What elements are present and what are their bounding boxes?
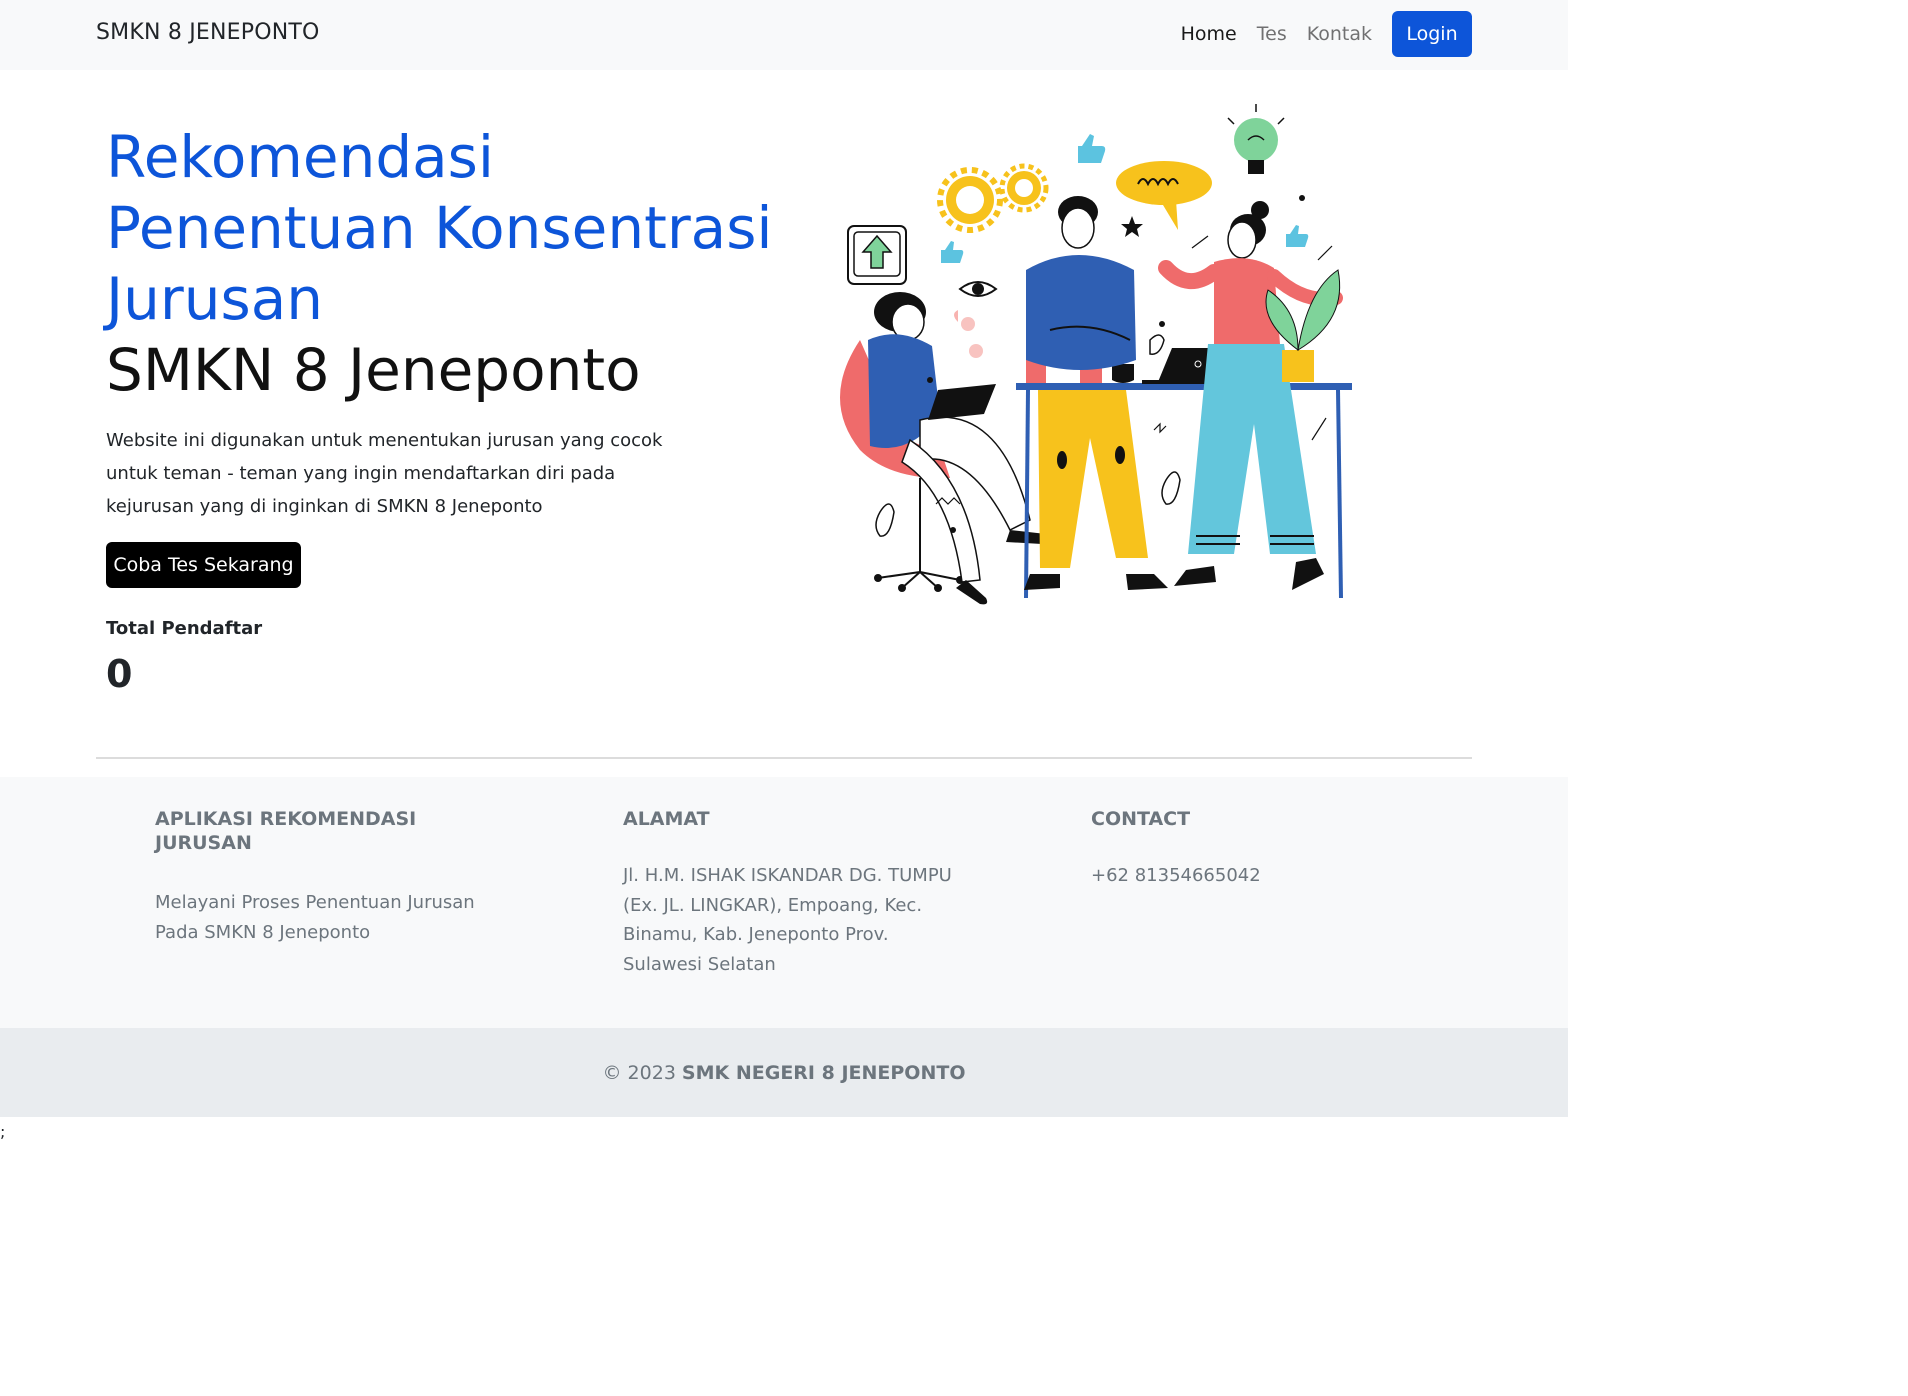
lightbulb-icon <box>1227 104 1285 174</box>
upload-arrow-icon <box>847 225 907 285</box>
gear-icon <box>937 167 1003 233</box>
footer-address: ALAMAT Jl. H.M. ISHAK ISKANDAR DG. TUMPU… <box>623 807 953 979</box>
star-icon <box>1121 216 1143 237</box>
footer-about: APLIKASI REKOMENDASI JURUSAN Melayani Pr… <box>155 807 485 947</box>
footer-contact-phone: +62 81354665042 <box>1091 865 1261 886</box>
thumbs-up-icon <box>1286 225 1309 247</box>
nav-links: Home Tes Kontak Login <box>1161 11 1472 57</box>
hero-title: Rekomendasi Penentuan Konsentrasi Jurusa… <box>106 122 786 406</box>
hero-title-line-2: Penentuan Konsentrasi <box>106 194 773 262</box>
total-registrants-value: 0 <box>106 652 133 696</box>
section-divider <box>96 757 1472 759</box>
hero-description: Website ini digunakan untuk menentukan j… <box>106 430 663 517</box>
eye-icon <box>958 281 998 297</box>
navbar-brand[interactable]: SMKN 8 JENEPONTO <box>96 20 320 45</box>
thumbs-up-icon <box>941 241 964 263</box>
start-test-button[interactable]: Coba Tes Sekarang <box>106 542 301 588</box>
thumbs-up-icon <box>1078 134 1106 163</box>
total-registrants-label: Total Pendaftar <box>106 618 263 639</box>
gear-icon <box>999 163 1049 213</box>
copyright-org: SMK NEGERI 8 JENEPONTO <box>681 1061 966 1084</box>
hero-subtitle: SMKN 8 Jeneponto <box>106 336 641 404</box>
footer-address-title: ALAMAT <box>623 808 710 830</box>
footer-contact: CONTACT +62 81354665042 <box>1091 807 1421 891</box>
nav-link-kontak[interactable]: Kontak <box>1307 23 1372 45</box>
heart-icon <box>969 344 983 358</box>
footer-address-text: Jl. H.M. ISHAK ISKANDAR DG. TUMPU (Ex. J… <box>623 865 952 975</box>
footer-about-text: Melayani Proses Penentuan Jurusan Pada S… <box>155 892 475 943</box>
tablet-icon <box>928 384 996 420</box>
standing-woman <box>1158 201 1343 590</box>
hero-title-line-1: Rekomendasi <box>106 123 495 191</box>
footer: APLIKASI REKOMENDASI JURUSAN Melayani Pr… <box>0 777 1568 1028</box>
heart-icon <box>954 310 962 322</box>
footer-contact-title: CONTACT <box>1091 808 1191 830</box>
hero-title-line-3: Jurusan <box>106 265 323 333</box>
speech-bubble-icon <box>1116 161 1212 230</box>
mug-icon <box>1112 364 1134 383</box>
navbar: SMKN 8 JENEPONTO Home Tes Kontak Login <box>0 0 1568 70</box>
heart-icon <box>961 317 975 331</box>
footer-about-title: APLIKASI REKOMENDASI JURUSAN <box>155 808 417 854</box>
nav-link-home[interactable]: Home <box>1181 23 1237 45</box>
copyright-text: © 2023 <box>602 1061 676 1084</box>
stray-text: ; <box>0 1122 6 1141</box>
copyright-bar: © 2023 SMK NEGERI 8 JENEPONTO <box>0 1028 1568 1117</box>
login-button[interactable]: Login <box>1392 11 1472 57</box>
nav-link-tes[interactable]: Tes <box>1257 23 1287 45</box>
hero-illustration <box>840 104 1352 605</box>
standing-man <box>1024 196 1168 590</box>
